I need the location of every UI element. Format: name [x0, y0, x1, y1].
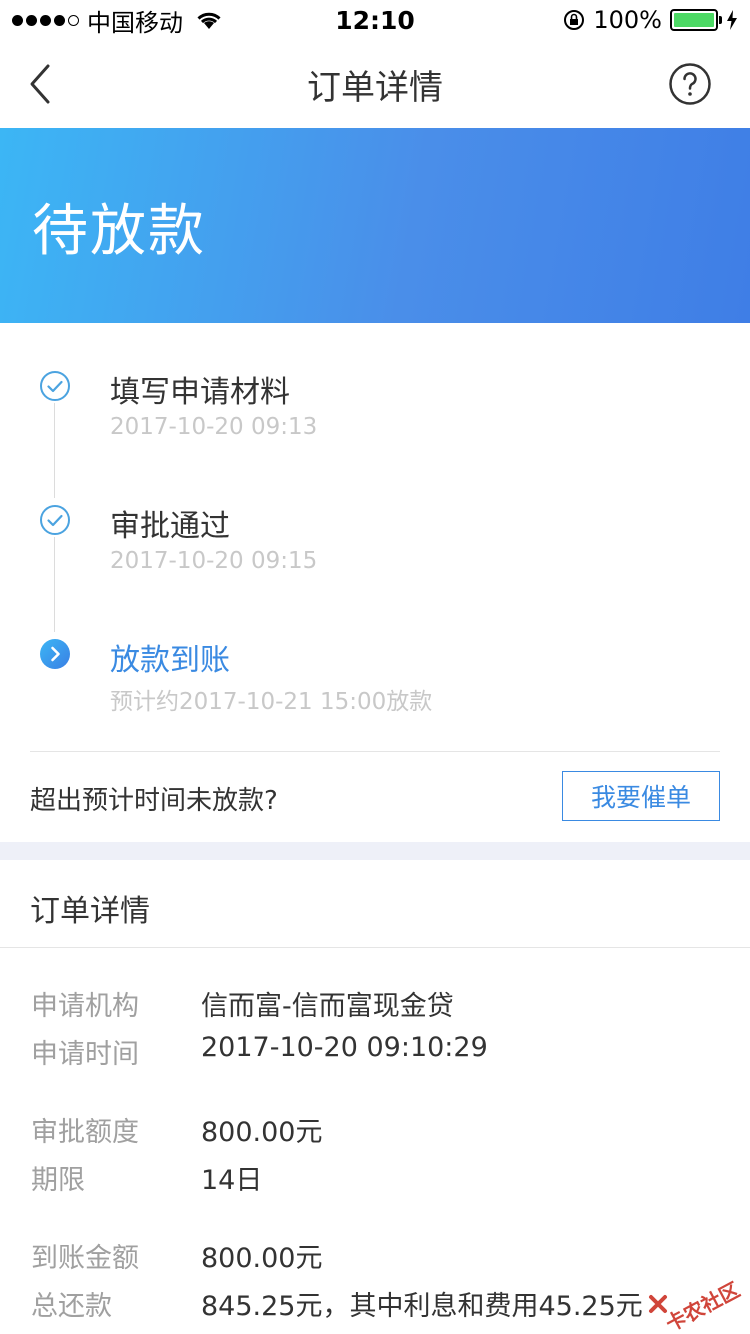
step-title: 放款到账	[110, 643, 230, 678]
check-circle-icon	[40, 505, 70, 535]
step-title: 审批通过	[110, 509, 230, 544]
signal-strength-icon	[12, 14, 79, 26]
step-time: 2017-10-20 09:13	[110, 414, 318, 440]
step-title: 填写申请材料	[110, 375, 290, 410]
status-banner: 待放款	[0, 128, 750, 323]
order-status-title: 待放款	[32, 199, 206, 264]
detail-label: 申请时间	[31, 1039, 139, 1070]
detail-row: 申请机构 信而富-信而富现金贷	[0, 984, 750, 1024]
chevron-left-icon[interactable]	[26, 62, 56, 106]
urge-row: 超出预计时间未放款? 我要催单	[0, 752, 750, 842]
step-time: 预计约2017-10-21 15:00放款	[110, 689, 433, 715]
carrier-name: 中国移动	[87, 8, 183, 37]
section-separator	[0, 842, 750, 860]
detail-label: 审批额度	[31, 1117, 139, 1148]
page-title: 订单详情	[307, 67, 443, 108]
detail-value: 信而富-信而富现金贷	[201, 991, 454, 1022]
progress-timeline: 填写申请材料 2017-10-20 09:13 审批通过 2017-10-20 …	[0, 323, 750, 752]
check-circle-icon	[40, 371, 70, 401]
urge-prompt: 超出预计时间未放款?	[30, 786, 278, 816]
detail-value: 845.25元，其中利息和费用45.25元	[201, 1291, 643, 1322]
detail-label: 期限	[31, 1165, 85, 1196]
detail-label: 到账金额	[31, 1243, 139, 1274]
urge-order-button[interactable]: 我要催单	[562, 771, 720, 821]
detail-row: 到账金额 800.00元	[0, 1236, 750, 1276]
charging-bolt-icon	[727, 10, 737, 30]
battery-percentage: 100%	[593, 6, 662, 34]
detail-row: 期限 14日	[0, 1158, 750, 1198]
detail-label: 申请机构	[31, 991, 139, 1022]
detail-value: 2017-10-20 09:10:29	[201, 1032, 488, 1063]
status-bar: 中国移动 12:10 100%	[0, 0, 750, 40]
navigation-bar: 订单详情	[0, 40, 750, 128]
section-title: 订单详情	[30, 894, 150, 929]
detail-row: 申请时间 2017-10-20 09:10:29	[0, 1032, 750, 1072]
detail-row: 总还款 845.25元，其中利息和费用45.25元	[0, 1284, 750, 1324]
timeline-connector	[54, 537, 55, 632]
detail-value: 800.00元	[201, 1243, 323, 1274]
order-details-header: 订单详情	[0, 860, 750, 948]
chevron-right-circle-icon	[40, 639, 70, 669]
step-time: 2017-10-20 09:15	[110, 548, 318, 574]
watermark: 卡农社区	[661, 1277, 744, 1334]
timeline-connector	[54, 403, 55, 498]
wifi-icon	[197, 12, 221, 29]
detail-value: 800.00元	[201, 1117, 323, 1148]
question-circle-icon[interactable]	[668, 62, 712, 106]
rotation-lock-icon	[564, 10, 585, 30]
battery-icon	[670, 9, 722, 31]
detail-row: 审批额度 800.00元	[0, 1110, 750, 1150]
detail-value: 14日	[201, 1165, 263, 1196]
detail-label: 总还款	[31, 1291, 112, 1322]
